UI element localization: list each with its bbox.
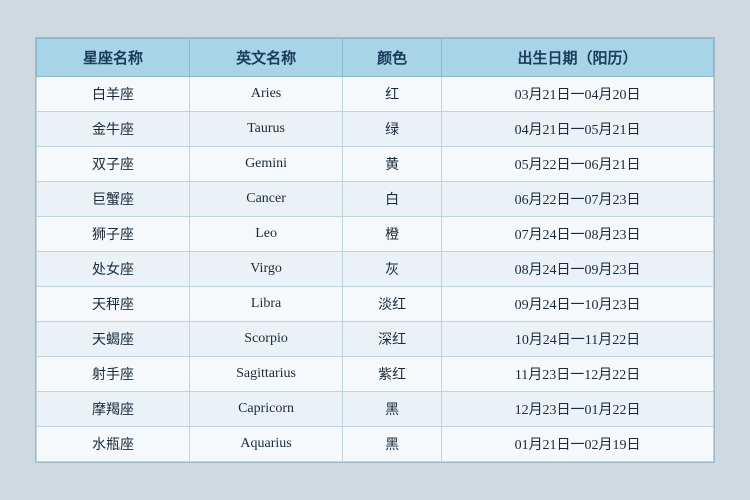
table-row: 天蝎座Scorpio深红10月24日一11月22日: [37, 322, 714, 357]
cell-chinese-name: 水瓶座: [37, 427, 190, 462]
cell-english-name: Taurus: [190, 112, 343, 147]
cell-english-name: Cancer: [190, 182, 343, 217]
cell-chinese-name: 双子座: [37, 147, 190, 182]
cell-english-name: Libra: [190, 287, 343, 322]
table-body: 白羊座Aries红03月21日一04月20日金牛座Taurus绿04月21日一0…: [37, 77, 714, 462]
cell-color: 黄: [343, 147, 442, 182]
cell-color: 红: [343, 77, 442, 112]
cell-color: 橙: [343, 217, 442, 252]
cell-english-name: Gemini: [190, 147, 343, 182]
cell-color: 深红: [343, 322, 442, 357]
cell-chinese-name: 天蝎座: [37, 322, 190, 357]
cell-color: 黑: [343, 392, 442, 427]
cell-date: 04月21日一05月21日: [442, 112, 714, 147]
table-header-row: 星座名称 英文名称 颜色 出生日期（阳历）: [37, 39, 714, 77]
cell-chinese-name: 巨蟹座: [37, 182, 190, 217]
cell-date: 03月21日一04月20日: [442, 77, 714, 112]
cell-date: 05月22日一06月21日: [442, 147, 714, 182]
cell-english-name: Capricorn: [190, 392, 343, 427]
cell-english-name: Aquarius: [190, 427, 343, 462]
cell-english-name: Leo: [190, 217, 343, 252]
table-row: 巨蟹座Cancer白06月22日一07月23日: [37, 182, 714, 217]
cell-date: 07月24日一08月23日: [442, 217, 714, 252]
table-row: 白羊座Aries红03月21日一04月20日: [37, 77, 714, 112]
cell-color: 紫红: [343, 357, 442, 392]
cell-chinese-name: 处女座: [37, 252, 190, 287]
table-row: 摩羯座Capricorn黑12月23日一01月22日: [37, 392, 714, 427]
table-row: 双子座Gemini黄05月22日一06月21日: [37, 147, 714, 182]
cell-english-name: Virgo: [190, 252, 343, 287]
cell-color: 淡红: [343, 287, 442, 322]
cell-color: 白: [343, 182, 442, 217]
table-row: 处女座Virgo灰08月24日一09月23日: [37, 252, 714, 287]
header-color: 颜色: [343, 39, 442, 77]
cell-chinese-name: 金牛座: [37, 112, 190, 147]
cell-date: 12月23日一01月22日: [442, 392, 714, 427]
cell-date: 06月22日一07月23日: [442, 182, 714, 217]
cell-chinese-name: 摩羯座: [37, 392, 190, 427]
header-date: 出生日期（阳历）: [442, 39, 714, 77]
cell-date: 08月24日一09月23日: [442, 252, 714, 287]
cell-english-name: Sagittarius: [190, 357, 343, 392]
table-row: 射手座Sagittarius紫红11月23日一12月22日: [37, 357, 714, 392]
cell-date: 09月24日一10月23日: [442, 287, 714, 322]
cell-english-name: Scorpio: [190, 322, 343, 357]
cell-chinese-name: 白羊座: [37, 77, 190, 112]
table-row: 水瓶座Aquarius黑01月21日一02月19日: [37, 427, 714, 462]
header-english-name: 英文名称: [190, 39, 343, 77]
cell-english-name: Aries: [190, 77, 343, 112]
cell-chinese-name: 射手座: [37, 357, 190, 392]
cell-chinese-name: 狮子座: [37, 217, 190, 252]
table-row: 金牛座Taurus绿04月21日一05月21日: [37, 112, 714, 147]
cell-color: 黑: [343, 427, 442, 462]
cell-date: 10月24日一11月22日: [442, 322, 714, 357]
cell-chinese-name: 天秤座: [37, 287, 190, 322]
table-row: 天秤座Libra淡红09月24日一10月23日: [37, 287, 714, 322]
zodiac-table-container: 星座名称 英文名称 颜色 出生日期（阳历） 白羊座Aries红03月21日一04…: [35, 37, 715, 463]
cell-color: 绿: [343, 112, 442, 147]
cell-date: 11月23日一12月22日: [442, 357, 714, 392]
header-chinese-name: 星座名称: [37, 39, 190, 77]
cell-color: 灰: [343, 252, 442, 287]
cell-date: 01月21日一02月19日: [442, 427, 714, 462]
table-row: 狮子座Leo橙07月24日一08月23日: [37, 217, 714, 252]
zodiac-table: 星座名称 英文名称 颜色 出生日期（阳历） 白羊座Aries红03月21日一04…: [36, 38, 714, 462]
